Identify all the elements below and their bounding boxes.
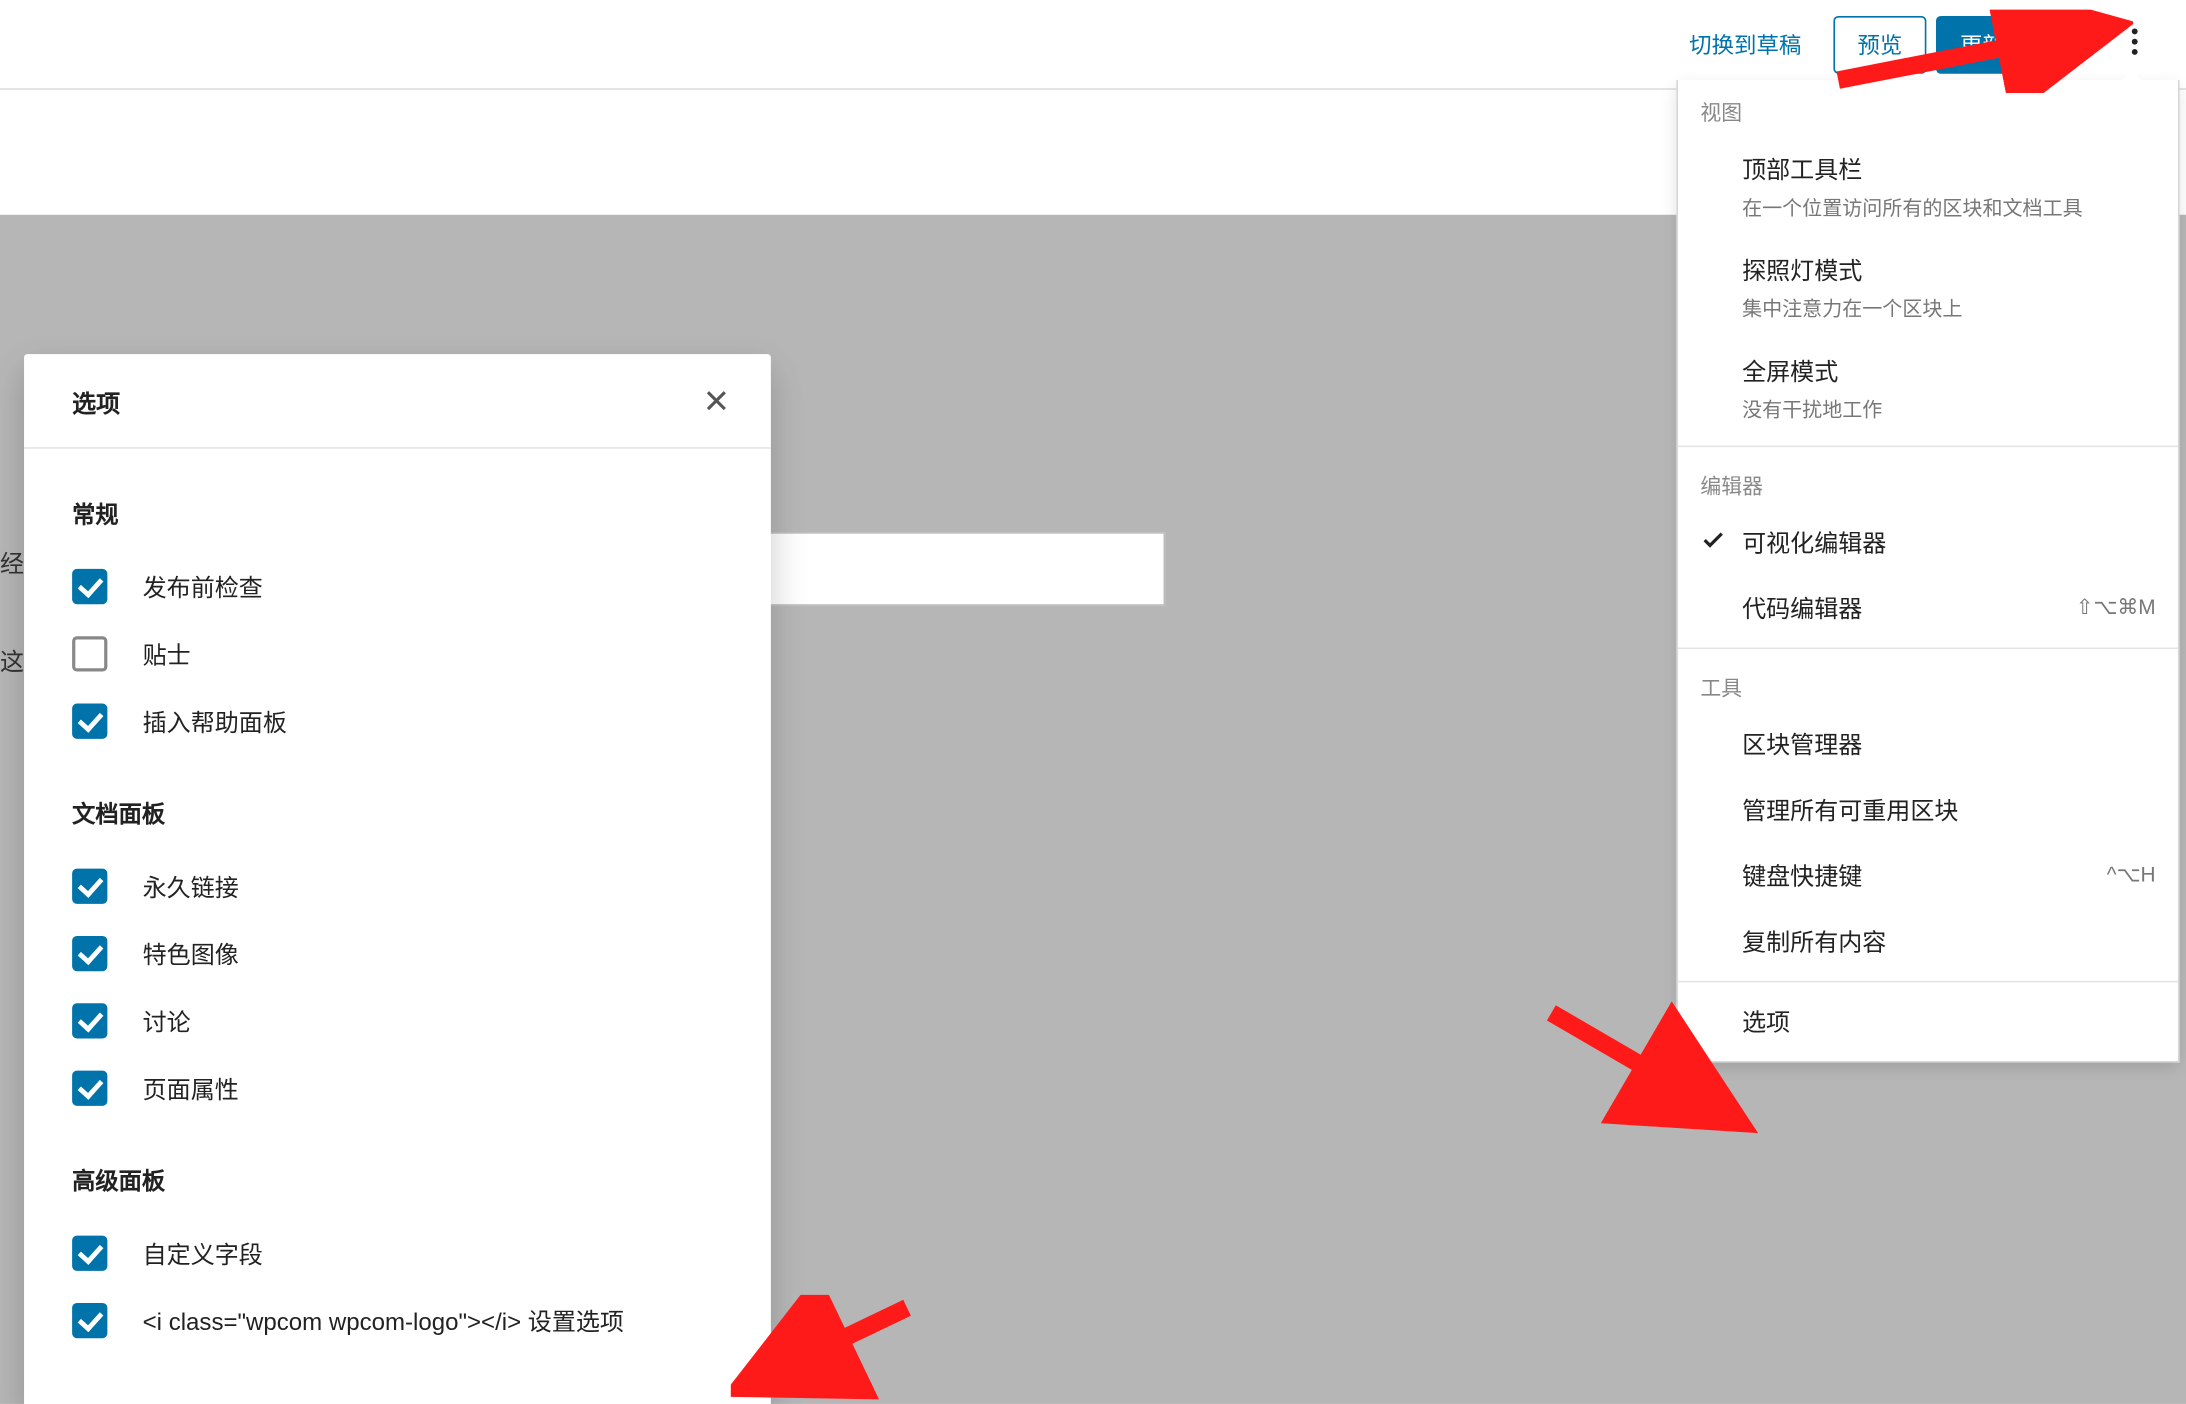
menu-item-label: 全屏模式: [1742, 354, 2155, 388]
menu-item-label: 区块管理器: [1742, 728, 2155, 762]
menu-item-label: 可视化编辑器: [1742, 526, 2155, 560]
option-general-label: 发布前检查: [143, 570, 263, 604]
options-section-document: 文档面板: [72, 797, 723, 831]
option-general-row[interactable]: 贴士: [72, 620, 723, 687]
kebab-menu-icon: [2117, 24, 2152, 64]
checkbox[interactable]: [72, 936, 107, 971]
option-document-row[interactable]: 讨论: [72, 987, 723, 1054]
option-document-row[interactable]: 永久链接: [72, 853, 723, 920]
editor-input-block: [764, 532, 1165, 606]
switch-to-draft-button[interactable]: 切换到草稿: [1667, 15, 1824, 73]
option-document-label: 页面属性: [143, 1071, 239, 1105]
dropdown-caret: [2119, 71, 2145, 84]
menu-item-label: 探照灯模式: [1742, 253, 2155, 287]
preview-button[interactable]: 预览: [1833, 15, 1926, 73]
menu-item-label: 复制所有内容: [1742, 925, 2155, 959]
checkbox[interactable]: [72, 1071, 107, 1106]
keyboard-shortcut: ⇧⌥⌘M: [2076, 595, 2156, 621]
options-section-general: 常规: [72, 497, 723, 531]
menu-item-copy-all[interactable]: 复制所有内容: [1678, 909, 2178, 975]
editor-header-bar: 切换到草稿 预览 更新: [0, 0, 2186, 90]
more-options-menu: 视图 顶部工具栏 在一个位置访问所有的区块和文档工具 探照灯模式 集中注意力在一…: [1676, 80, 2179, 1062]
menu-item-top-toolbar[interactable]: 顶部工具栏 在一个位置访问所有的区块和文档工具: [1678, 136, 2178, 237]
menu-item-visual-editor[interactable]: 可视化编辑器: [1678, 510, 2178, 576]
checkbox[interactable]: [72, 1003, 107, 1038]
options-modal: 选项 常规 发布前检查贴士插入帮助面板 文档面板 永久链接特色图像讨论页面属性 …: [24, 354, 771, 1404]
keyboard-shortcut: ^⌥H: [2107, 862, 2156, 888]
settings-button[interactable]: [2039, 15, 2097, 73]
menu-separator: [1678, 446, 2178, 448]
option-document-row[interactable]: 特色图像: [72, 920, 723, 987]
option-advanced-label: <i class="wpcom wpcom-logo"></i> 设置选项: [143, 1304, 624, 1338]
menu-item-keyboard-shortcuts[interactable]: 键盘快捷键 ^⌥H: [1678, 843, 2178, 909]
menu-item-desc: 集中注意力在一个区块上: [1742, 292, 2155, 322]
checkbox[interactable]: [72, 1236, 107, 1271]
option-general-label: 贴士: [143, 637, 191, 671]
menu-item-options[interactable]: 选项: [1678, 989, 2178, 1055]
menu-item-spotlight[interactable]: 探照灯模式 集中注意力在一个区块上: [1678, 237, 2178, 338]
menu-section-editor: 编辑器: [1678, 454, 2178, 510]
more-options-button[interactable]: [2106, 15, 2164, 73]
checkbox[interactable]: [72, 704, 107, 739]
menu-item-block-manager[interactable]: 区块管理器: [1678, 712, 2178, 778]
menu-separator: [1678, 647, 2178, 649]
close-icon: [702, 385, 731, 419]
menu-item-manage-reusable[interactable]: 管理所有可重用区块: [1678, 777, 2178, 843]
menu-section-view: 视图: [1678, 80, 2178, 136]
checkbox[interactable]: [72, 1303, 107, 1338]
menu-section-tools: 工具: [1678, 655, 2178, 711]
options-modal-header: 选项: [24, 354, 771, 449]
option-general-row[interactable]: 发布前检查: [72, 553, 723, 620]
menu-separator: [1678, 981, 2178, 983]
option-advanced-row[interactable]: <i class="wpcom wpcom-logo"></i> 设置选项: [72, 1287, 723, 1354]
checkbox[interactable]: [72, 869, 107, 904]
options-modal-body: 常规 发布前检查贴士插入帮助面板 文档面板 永久链接特色图像讨论页面属性 高级面…: [24, 449, 771, 1404]
menu-item-label: 键盘快捷键: [1742, 859, 2155, 893]
option-document-label: 特色图像: [143, 937, 239, 971]
check-icon: [1700, 527, 1726, 561]
menu-item-desc: 没有干扰地工作: [1742, 393, 2155, 423]
options-section-advanced: 高级面板: [72, 1164, 723, 1198]
close-button[interactable]: [697, 383, 735, 421]
option-document-label: 永久链接: [143, 869, 239, 903]
option-document-label: 讨论: [143, 1004, 191, 1038]
menu-item-desc: 在一个位置访问所有的区块和文档工具: [1742, 191, 2155, 221]
option-advanced-label: 自定义字段: [143, 1236, 263, 1270]
option-general-label: 插入帮助面板: [143, 704, 287, 738]
checkbox[interactable]: [72, 569, 107, 604]
gear-icon: [2050, 24, 2085, 64]
menu-item-code-editor[interactable]: 代码编辑器 ⇧⌥⌘M: [1678, 575, 2178, 641]
menu-item-label: 管理所有可重用区块: [1742, 793, 2155, 827]
menu-item-fullscreen[interactable]: 全屏模式 没有干扰地工作: [1678, 338, 2178, 439]
update-button[interactable]: 更新: [1936, 15, 2029, 73]
option-general-row[interactable]: 插入帮助面板: [72, 688, 723, 755]
checkbox[interactable]: [72, 636, 107, 671]
options-modal-title: 选项: [72, 385, 120, 419]
menu-item-label: 选项: [1742, 1005, 2155, 1039]
option-document-row[interactable]: 页面属性: [72, 1055, 723, 1122]
menu-item-label: 顶部工具栏: [1742, 152, 2155, 186]
option-advanced-row[interactable]: 自定义字段: [72, 1220, 723, 1287]
